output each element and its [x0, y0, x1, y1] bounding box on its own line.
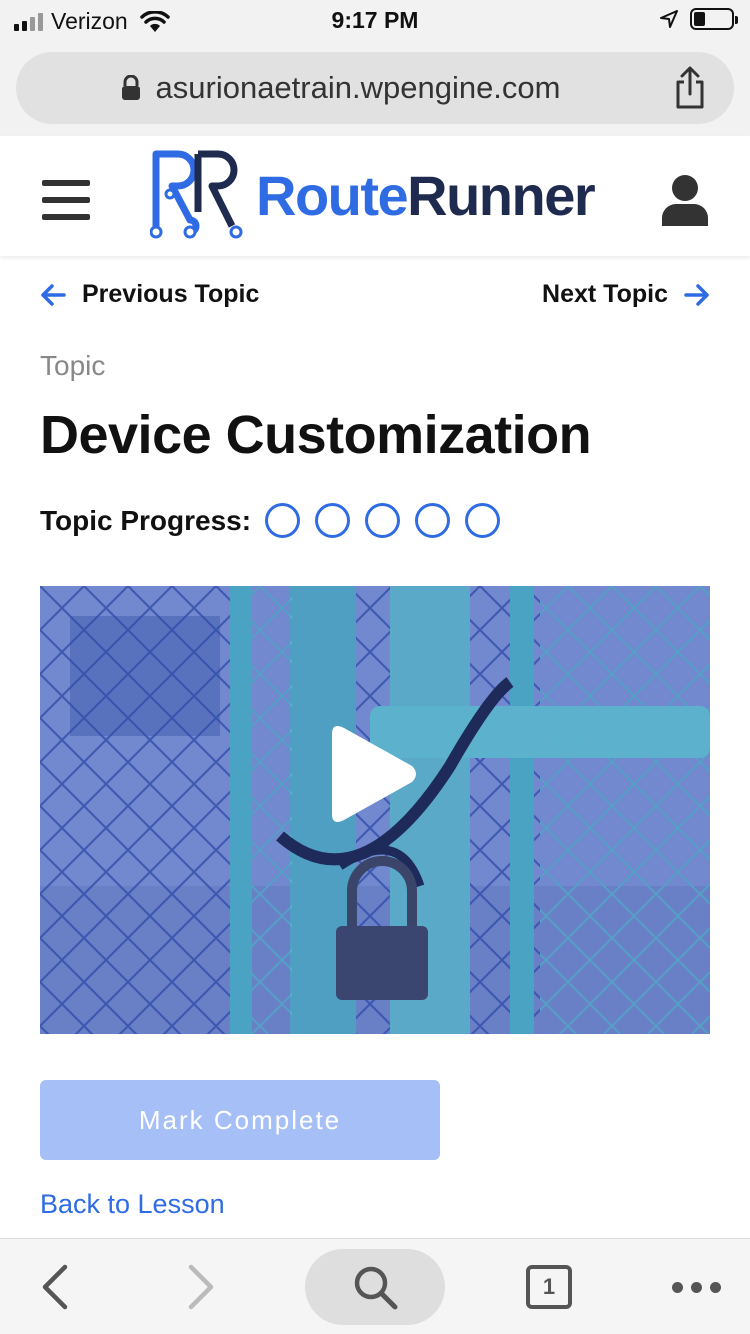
logo-route-text: Route: [256, 163, 409, 227]
topic-progress: Topic Progress:: [40, 503, 501, 538]
mark-complete-button[interactable]: Mark Complete: [40, 1080, 440, 1160]
browser-url-area: asurionaetrain.wpengine.com: [0, 40, 750, 136]
browser-tabs-button[interactable]: 1: [514, 1239, 584, 1334]
share-icon[interactable]: [670, 66, 710, 110]
url-text: asurionaetrain.wpengine.com: [155, 70, 561, 105]
address-content: asurionaetrain.wpengine.com: [16, 52, 664, 124]
next-topic-link[interactable]: Next Topic: [542, 280, 710, 309]
logo-runner-text: Runner: [407, 163, 596, 227]
previous-topic-label: Previous Topic: [82, 280, 260, 308]
site-header: RouteRunner: [0, 136, 750, 256]
progress-step-dot: [315, 503, 351, 538]
back-to-lesson-link[interactable]: Back to Lesson: [40, 1189, 225, 1220]
arrow-right-icon: [684, 283, 709, 306]
page-title: Device Customization: [40, 405, 592, 465]
next-topic-label: Next Topic: [542, 280, 668, 308]
search-pill: [305, 1249, 445, 1325]
location-icon: [660, 10, 678, 28]
logo-wordmark: RouteRunner: [256, 163, 596, 228]
video-player[interactable]: [40, 586, 710, 1034]
progress-label: Topic Progress:: [40, 504, 252, 536]
progress-step-dot: [415, 503, 451, 538]
logo-mark-icon: [150, 150, 243, 239]
search-icon: [354, 1266, 398, 1310]
progress-steps: [265, 503, 501, 538]
routerunner-logo[interactable]: RouteRunner: [150, 150, 596, 240]
browser-toolbar: 1: [0, 1238, 750, 1334]
browser-back-button[interactable]: [20, 1239, 90, 1334]
previous-topic-link[interactable]: Previous Topic: [40, 280, 259, 309]
lock-icon: [121, 75, 140, 100]
browser-more-button[interactable]: [656, 1239, 736, 1334]
status-bar: Verizon 9:17 PM: [0, 0, 750, 40]
clock: 9:17 PM: [331, 7, 419, 33]
topic-navigation: Previous Topic Next Topic: [40, 280, 710, 324]
arrow-left-icon: [41, 283, 66, 306]
more-icon: [671, 1281, 721, 1293]
topic-kicker: Topic: [40, 350, 106, 381]
browser-search-button[interactable]: [305, 1239, 445, 1334]
chevron-right-icon: [188, 1264, 214, 1310]
user-icon[interactable]: [660, 174, 710, 228]
battery-icon: [690, 8, 738, 30]
progress-step-dot: [365, 503, 401, 538]
progress-step-dot: [465, 503, 501, 538]
hamburger-icon[interactable]: [42, 180, 90, 220]
address-bar[interactable]: asurionaetrain.wpengine.com: [16, 52, 734, 124]
play-icon[interactable]: [324, 722, 420, 826]
status-right: [660, 8, 738, 30]
chevron-left-icon: [42, 1264, 68, 1310]
battery-fill: [694, 12, 705, 26]
tab-count: 1: [526, 1265, 572, 1309]
progress-step-dot: [265, 503, 301, 538]
browser-forward-button[interactable]: [166, 1239, 236, 1334]
